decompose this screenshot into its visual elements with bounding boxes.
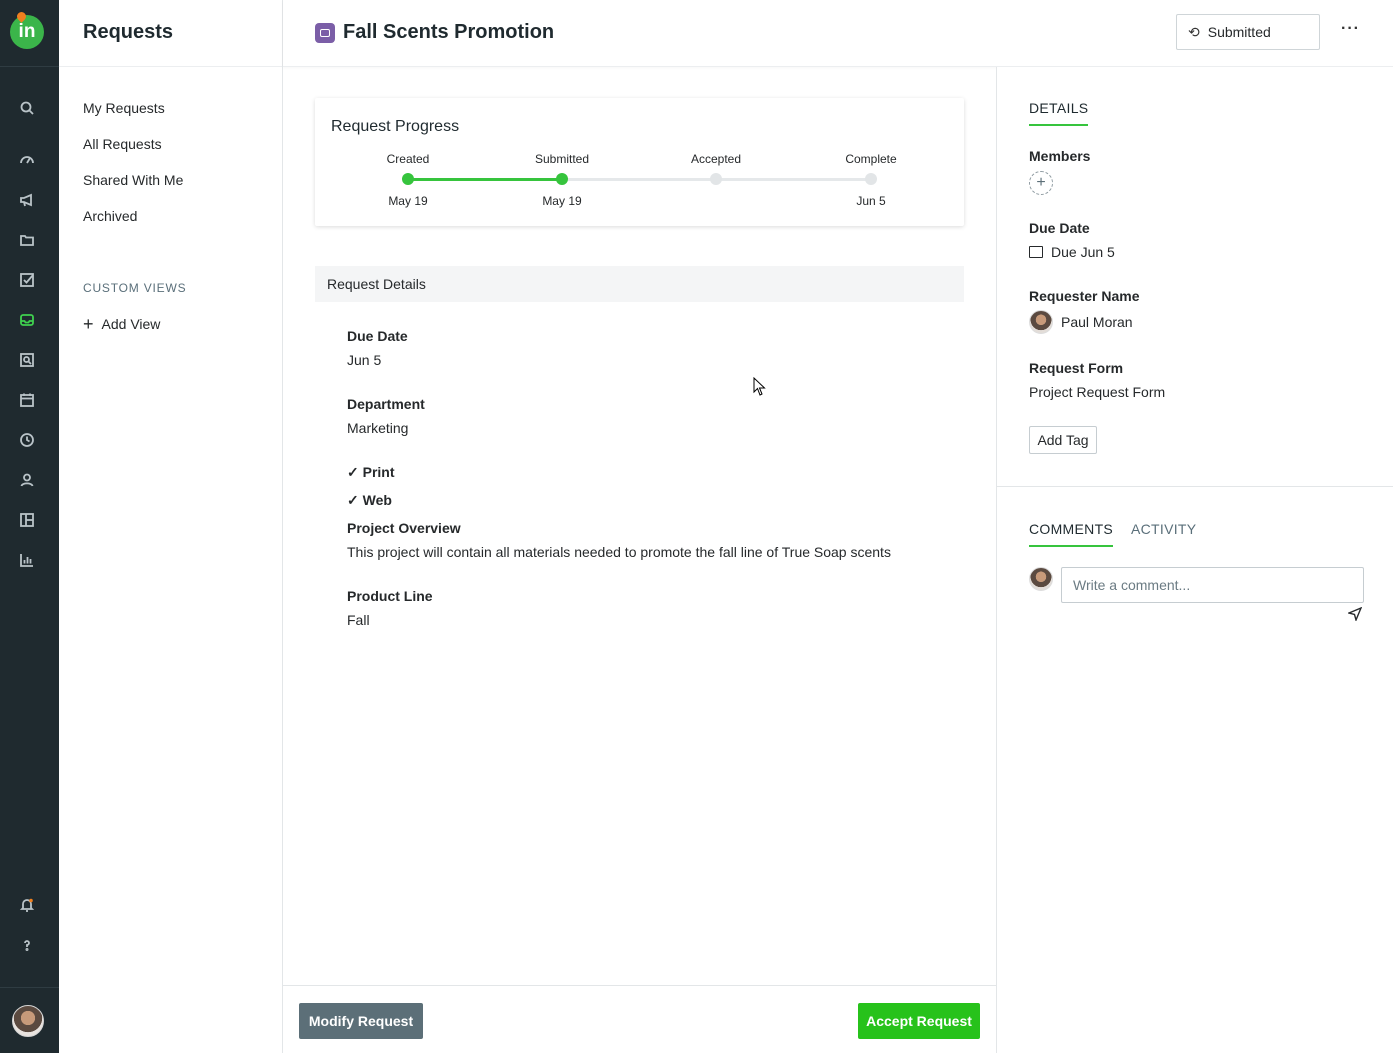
due-date-label: Due Date <box>347 328 408 344</box>
request-details-header: Request Details <box>315 266 964 302</box>
accept-request-button[interactable]: Accept Request <box>858 1003 980 1039</box>
megaphone-icon[interactable] <box>17 190 37 210</box>
requester-name-label: Requester Name <box>1029 288 1140 304</box>
tab-comments[interactable]: COMMENTS <box>1029 521 1114 547</box>
status-button[interactable]: ⟲ Submitted <box>1176 14 1320 50</box>
dashboard-icon[interactable] <box>17 149 37 169</box>
add-view-label: Add View <box>101 316 161 332</box>
step-label: Complete <box>845 152 897 166</box>
user-avatar[interactable] <box>12 1005 44 1037</box>
panel-divider <box>997 486 1393 487</box>
plus-icon: + <box>83 314 94 334</box>
help-icon[interactable] <box>17 935 37 955</box>
subnav-divider <box>59 66 282 67</box>
tab-details[interactable]: DETAILS <box>1029 100 1089 126</box>
step-dot <box>865 173 877 185</box>
step-label: Created <box>386 152 430 166</box>
inbox-icon[interactable] <box>17 310 37 330</box>
commenter-avatar <box>1029 567 1053 591</box>
step-dot <box>710 173 722 185</box>
step-date: Jun 5 <box>856 194 886 208</box>
step-dot <box>556 173 568 185</box>
user-icon[interactable] <box>17 470 37 490</box>
step-label: Submitted <box>534 152 590 166</box>
requester-name-text: Paul Moran <box>1061 314 1133 330</box>
tab-activity[interactable]: ACTIVITY <box>1131 521 1196 537</box>
search-icon[interactable] <box>17 98 37 118</box>
due-date-value: Jun 5 <box>347 352 382 368</box>
progress-title: Request Progress <box>331 118 460 135</box>
department-value: Marketing <box>347 420 409 436</box>
rail-divider <box>0 66 59 67</box>
app-rail: in <box>0 0 59 1053</box>
nav-all-requests[interactable]: All Requests <box>83 136 162 152</box>
subnav-title: Requests <box>83 21 174 43</box>
main-content: Request Progress Created May 19 Submitte… <box>283 67 997 1053</box>
checkbox-icon[interactable] <box>17 270 37 290</box>
page-title: Fall Scents Promotion <box>343 21 555 43</box>
calendar-arrow-icon <box>1029 246 1043 258</box>
send-icon[interactable] <box>1348 607 1362 621</box>
step-date: May 19 <box>542 194 582 208</box>
check-print: ✓ Print <box>347 464 395 480</box>
requests-subnav: Requests My Requests All Requests Shared… <box>59 0 283 1053</box>
sync-icon: ⟲ <box>1188 23 1200 40</box>
progress-fill <box>408 178 563 181</box>
more-options-icon[interactable]: ··· <box>1341 20 1360 38</box>
page-header: Fall Scents Promotion ⟲ Submitted ··· <box>283 0 1393 67</box>
nav-archived[interactable]: Archived <box>83 208 137 224</box>
comment-input[interactable] <box>1061 567 1364 603</box>
requester-name: Paul Moran <box>1029 310 1133 334</box>
due-date-value[interactable]: Due Jun 5 <box>1029 244 1115 260</box>
rail-divider <box>0 987 59 988</box>
add-tag-button[interactable]: Add Tag <box>1029 426 1097 454</box>
request-form-value: Project Request Form <box>1029 384 1166 400</box>
logo-text: in <box>18 21 36 42</box>
step-date: May 19 <box>388 194 428 208</box>
nav-my-requests[interactable]: My Requests <box>83 100 165 116</box>
step-dot <box>402 173 414 185</box>
bar-chart-icon[interactable] <box>17 550 37 570</box>
members-label: Members <box>1029 148 1091 164</box>
request-type-icon <box>315 23 335 43</box>
check-web: ✓ Web <box>347 492 392 508</box>
folder-icon[interactable] <box>17 230 37 250</box>
modify-request-button[interactable]: Modify Request <box>299 1003 423 1039</box>
calendar-icon[interactable] <box>17 390 37 410</box>
mouse-cursor-icon <box>753 377 766 396</box>
product-line-value: Fall <box>347 612 370 628</box>
project-overview-value: This project will contain all materials … <box>347 544 891 560</box>
nav-shared-with-me[interactable]: Shared With Me <box>83 172 183 188</box>
request-progress-card: Request Progress Created May 19 Submitte… <box>315 98 964 226</box>
details-panel: DETAILS Members + Due Date Due Jun 5 Req… <box>997 67 1393 1053</box>
department-label: Department <box>347 396 425 412</box>
add-view-button[interactable]: + Add View <box>83 314 161 334</box>
bell-icon[interactable] <box>17 895 37 915</box>
clock-icon[interactable] <box>17 430 37 450</box>
due-date-text: Due Jun 5 <box>1051 244 1115 260</box>
app-logo[interactable]: in <box>10 15 44 49</box>
product-line-label: Product Line <box>347 588 433 604</box>
action-footer: Modify Request Accept Request <box>283 985 996 1053</box>
status-label: Submitted <box>1207 24 1271 40</box>
progress-track <box>408 178 871 181</box>
custom-views-label: CUSTOM VIEWS <box>83 281 187 295</box>
search-report-icon[interactable] <box>17 350 37 370</box>
project-overview-label: Project Overview <box>347 520 461 536</box>
step-label: Accepted <box>690 152 742 166</box>
plus-icon: + <box>1036 174 1046 191</box>
add-member-button[interactable]: + <box>1029 171 1053 195</box>
requester-avatar <box>1029 310 1053 334</box>
request-form-label: Request Form <box>1029 360 1124 376</box>
due-date-label: Due Date <box>1029 220 1090 236</box>
layout-icon[interactable] <box>17 510 37 530</box>
